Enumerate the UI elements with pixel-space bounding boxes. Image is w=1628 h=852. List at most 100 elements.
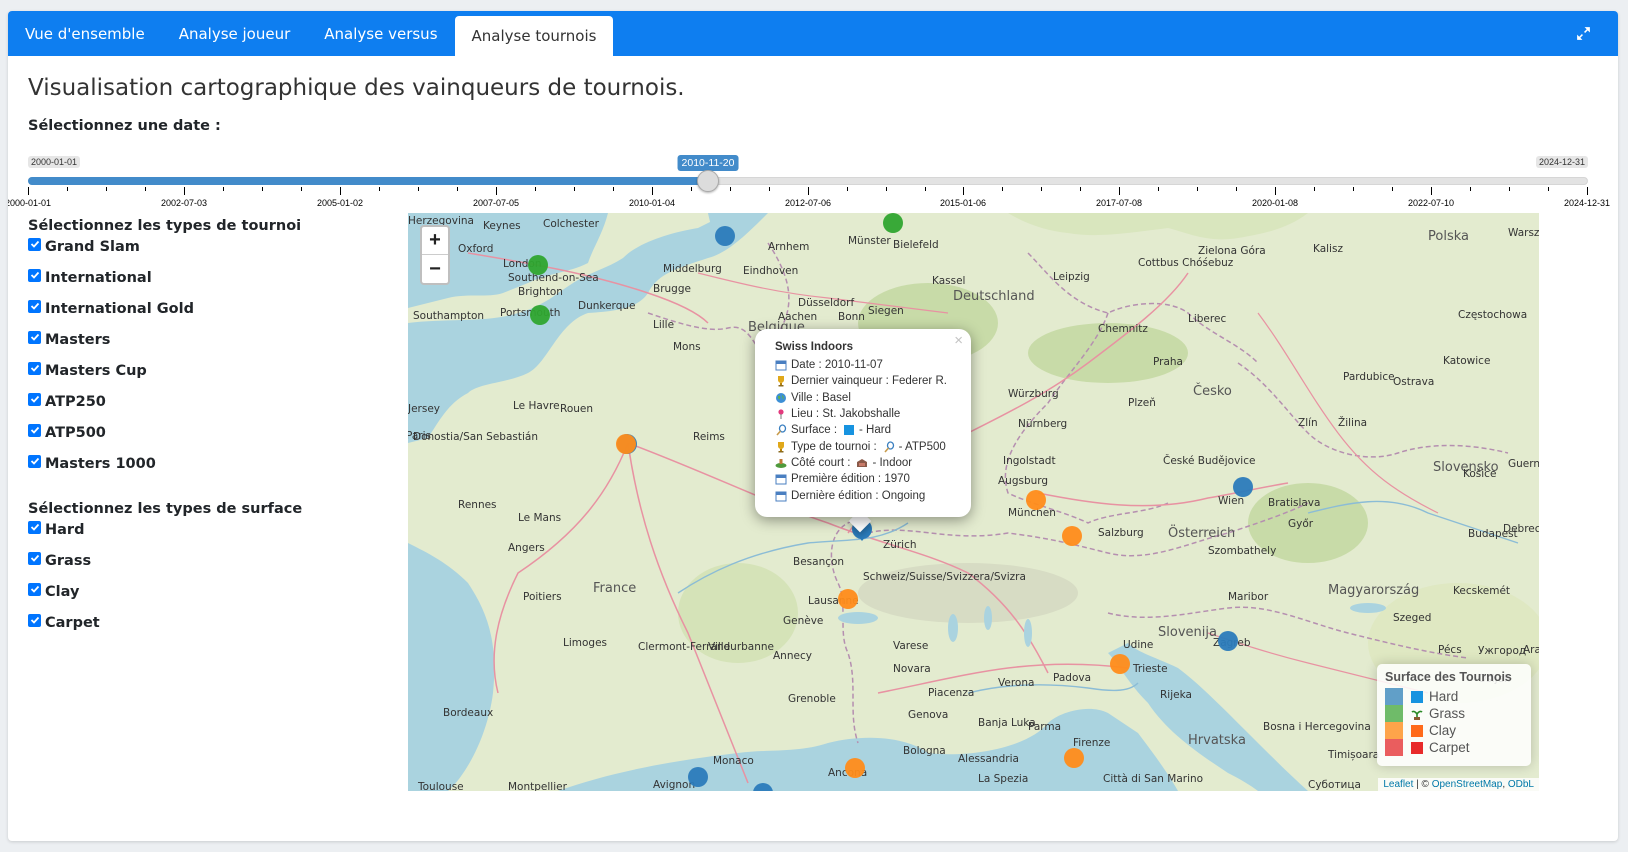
slider-minor-tick (1236, 187, 1237, 191)
popup-title: Swiss Indoors (775, 341, 853, 353)
map-place-label: Padova (1053, 672, 1091, 684)
checkmark-icon[interactable] (28, 520, 41, 534)
map-place-label: Wien (1218, 495, 1244, 507)
checkmark-icon[interactable] (28, 551, 41, 565)
zoom-in-button[interactable]: + (422, 227, 448, 255)
map-place-label: Zlín (1298, 417, 1318, 429)
map-place-label: Novara (893, 663, 931, 675)
tournament-marker-hard[interactable] (688, 767, 708, 787)
tournament-marker-hard[interactable] (1233, 477, 1253, 497)
surface-types-title: Sélectionnez les types de surface (28, 501, 303, 517)
checkmark-icon[interactable] (28, 330, 41, 344)
checkmark-icon[interactable] (28, 423, 41, 437)
tournament-marker-grass[interactable] (883, 213, 903, 233)
slider-tick (1119, 187, 1120, 195)
fullscreen-icon[interactable] (1575, 25, 1592, 42)
map-place-label: Katowice (1443, 355, 1490, 367)
tournament-marker-clay[interactable] (1110, 654, 1130, 674)
tournament-marker-hard[interactable] (1218, 631, 1238, 651)
map-place-label: Oxford (458, 243, 493, 255)
legend-swatch (1385, 739, 1403, 756)
tournament-marker-clay[interactable] (1026, 490, 1046, 510)
legend-label: Hard (1429, 689, 1459, 704)
checkmark-icon[interactable] (28, 454, 41, 468)
attribution-separator: | © (1413, 779, 1432, 790)
map-place-label: Piacenza (928, 687, 974, 699)
slider-handle[interactable] (697, 170, 719, 192)
tournament-marker-clay[interactable] (616, 434, 636, 454)
checkbox-label: Grass (45, 553, 92, 569)
map-place-label: Villeurbanne (708, 641, 774, 653)
map-place-label: Timișoara (1327, 749, 1379, 761)
checkbox-hard[interactable]: Hard (28, 520, 84, 538)
map-place-label: Alessandria (958, 753, 1019, 765)
tournament-marker-clay[interactable] (1064, 748, 1084, 768)
checkmark-icon[interactable] (28, 361, 41, 375)
checkbox-international-gold[interactable]: International Gold (28, 299, 194, 317)
slider-minor-tick (262, 187, 263, 191)
map-background[interactable]: Keynes ColchesterOxfordLondonSouthend-on-… (408, 213, 1539, 791)
checkbox-atp500[interactable]: ATP500 (28, 423, 106, 441)
checkbox-grass[interactable]: Grass (28, 551, 92, 569)
slider-tick (1587, 187, 1588, 195)
tournament-marker-clay[interactable] (1062, 526, 1082, 546)
checkbox-masters-1000[interactable]: Masters 1000 (28, 454, 156, 472)
map-place-label: Le Mans (518, 512, 561, 524)
hard-surface-icon (1411, 690, 1423, 703)
date-slider[interactable]: 2000-01-01 2024-12-31 2010-11-20 2000-01… (8, 143, 1610, 218)
slider-minor-tick (574, 187, 575, 191)
slider-minor-tick (418, 187, 419, 191)
popup-close-button[interactable]: × (954, 332, 963, 349)
checkbox-carpet[interactable]: Carpet (28, 613, 100, 631)
checkbox-clay[interactable]: Clay (28, 582, 79, 600)
tournament-marker-grass[interactable] (530, 305, 550, 325)
checkmark-icon[interactable] (28, 392, 41, 406)
popup-line: Dernière édition : Ongoing (775, 487, 957, 503)
map-place-label: Portsmouth (500, 307, 560, 319)
checkbox-atp250[interactable]: ATP250 (28, 392, 106, 410)
tab-player-analysis[interactable]: Analyse joueur (162, 11, 308, 56)
map-place-label: Firenze (1073, 737, 1110, 749)
tab-versus-analysis[interactable]: Analyse versus (307, 11, 454, 56)
tournament-marker-clay[interactable] (845, 758, 865, 778)
checkbox-label: International (45, 270, 152, 286)
zoom-out-button[interactable]: − (422, 255, 448, 283)
odbl-link[interactable]: ODbL (1508, 779, 1534, 790)
slider-minor-tick (1041, 187, 1042, 191)
hard-surface-icon (843, 424, 855, 436)
tab-overview[interactable]: Vue d'ensemble (8, 11, 162, 56)
map-place-label: Augsburg (998, 475, 1048, 487)
tournament-marker-clay[interactable] (838, 589, 858, 609)
tournament-map[interactable]: Keynes Colchester Oxford London Southend-on-… (408, 213, 1539, 791)
checkmark-icon[interactable] (28, 268, 41, 282)
map-place-label: Arnhem (768, 241, 809, 253)
clay-surface-icon (1411, 724, 1423, 737)
slider-fill (28, 177, 708, 185)
checkbox-masters-cup[interactable]: Masters Cup (28, 361, 147, 379)
checkmark-icon[interactable] (28, 613, 41, 627)
tournament-popup: × Swiss Indoors Date : 2010-11-07 Dernier… (755, 329, 971, 517)
checkbox-grand-slam[interactable]: Grand Slam (28, 237, 140, 255)
checkmark-icon[interactable] (28, 299, 41, 313)
leaflet-link[interactable]: Leaflet (1383, 779, 1413, 790)
map-place-label: Middelburg (663, 263, 722, 275)
slider-tick (340, 187, 341, 195)
popup-line-text: Côté court : (791, 456, 851, 469)
tab-tournament-analysis[interactable]: Analyse tournois (454, 16, 614, 56)
checkbox-international[interactable]: International (28, 268, 152, 286)
map-place-label: Colchester (543, 218, 600, 230)
map-place-label: Szeged (1393, 612, 1431, 624)
popup-line-text: Dernier vainqueur : Federer R. (791, 375, 947, 388)
tournament-marker-grass[interactable] (528, 255, 548, 275)
checkbox-masters[interactable]: Masters (28, 330, 110, 348)
checkmark-icon[interactable] (28, 582, 41, 596)
checkmark-icon[interactable] (28, 237, 41, 251)
map-place-label: Nürnberg (1018, 418, 1067, 430)
trophy-icon (775, 375, 787, 387)
map-place-label: Warszawa (1508, 227, 1539, 239)
map-place-label: Praha (1153, 356, 1183, 368)
tournament-marker-hard[interactable] (715, 226, 735, 246)
map-place-label: Kalisz (1313, 243, 1343, 255)
osm-link[interactable]: OpenStreetMap (1432, 779, 1503, 790)
map-place-label: Besançon (793, 556, 844, 568)
